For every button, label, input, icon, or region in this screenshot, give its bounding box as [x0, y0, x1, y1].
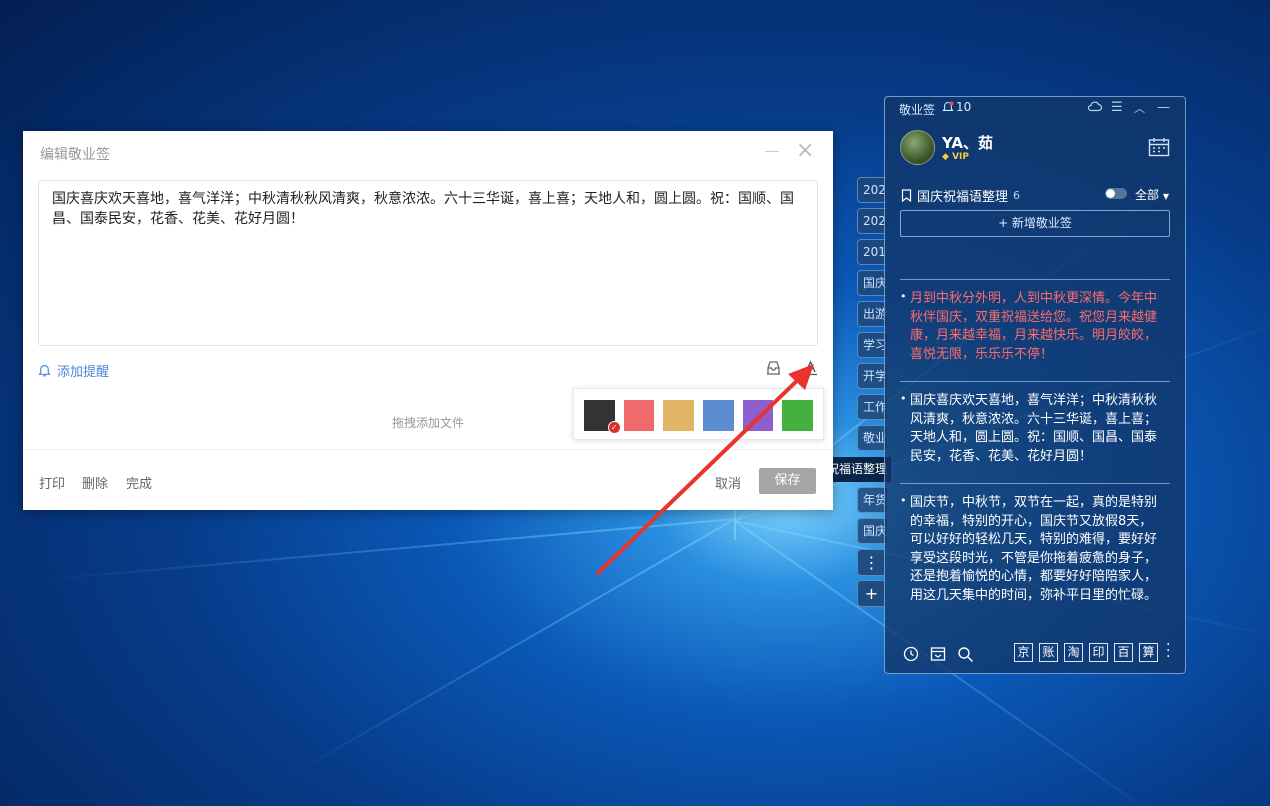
- color-swatch-blue[interactable]: [703, 400, 734, 431]
- category-tab-4[interactable]: 国庆: [857, 270, 887, 296]
- add-reminder-label: 添加提醒: [57, 365, 110, 380]
- menu-icon[interactable]: ☰: [1111, 100, 1123, 115]
- calendar-icon[interactable]: [1148, 137, 1170, 161]
- footer-divider: [23, 449, 833, 450]
- color-swatch-red[interactable]: [623, 400, 655, 431]
- note-item-1[interactable]: 月到中秋分外明，人到中秋更深情。今年中秋伴国庆，双重祝福送给您。祝您月来越健康，…: [900, 279, 1170, 375]
- minimize-button[interactable]: [765, 151, 779, 152]
- category-tab-6[interactable]: 学习: [857, 332, 887, 358]
- color-palette: ✓: [573, 388, 824, 440]
- shortcut-print[interactable]: 印: [1089, 643, 1108, 662]
- notification-count: 10: [956, 100, 972, 114]
- category-tab-7[interactable]: 开学: [857, 363, 887, 389]
- drag-file-hint: 拖拽添加文件: [392, 416, 465, 430]
- notebook-count: 6: [1013, 189, 1021, 202]
- vip-badge: ◆ VIP: [942, 152, 969, 162]
- category-tab-11[interactable]: 国庆: [857, 518, 887, 544]
- text-color-icon[interactable]: [801, 359, 819, 377]
- done-button[interactable]: 完成: [126, 473, 152, 492]
- cancel-button[interactable]: 取消: [715, 473, 741, 492]
- print-button[interactable]: 打印: [39, 473, 65, 492]
- avatar[interactable]: [900, 130, 935, 165]
- color-swatch-yellow[interactable]: [663, 400, 695, 431]
- search-icon[interactable]: [957, 646, 974, 667]
- caret-down-icon: ▼: [1162, 192, 1169, 201]
- bookmark-icon: [901, 189, 912, 202]
- delete-button[interactable]: 删除: [82, 473, 108, 492]
- clock-icon[interactable]: [903, 646, 919, 666]
- new-note-button[interactable]: + 新增敬业签: [900, 210, 1170, 237]
- color-swatch-green[interactable]: [782, 400, 814, 431]
- cloud-sync-icon[interactable]: [1087, 100, 1103, 116]
- category-tab-2[interactable]: 202: [857, 208, 887, 234]
- category-tab-8[interactable]: 工作: [857, 394, 887, 420]
- save-button[interactable]: 保存: [759, 468, 816, 494]
- bell-icon: [942, 101, 954, 111]
- category-tab-active[interactable]: 国庆祝福语整理: [833, 457, 891, 482]
- shortcut-account[interactable]: 账: [1039, 643, 1058, 662]
- attach-icon[interactable]: [764, 359, 782, 377]
- color-swatch-dark[interactable]: ✓: [584, 400, 621, 434]
- note-item-2[interactable]: 国庆喜庆欢天喜地，喜气洋洋；中秋清秋秋风清爽，秋意浓浓。六十三华诞，喜上喜；天地…: [900, 381, 1170, 474]
- shortcut-calc[interactable]: 算: [1139, 643, 1158, 662]
- check-icon: ✓: [607, 421, 621, 434]
- view-toggle[interactable]: [1105, 188, 1127, 199]
- widget-brand: 敬业签: [899, 103, 936, 117]
- shortcut-jd[interactable]: 京: [1014, 643, 1033, 662]
- category-tab-9[interactable]: 敬业: [857, 425, 887, 451]
- bell-icon: [38, 364, 51, 376]
- dialog-title: 编辑敬业签: [40, 147, 110, 163]
- shortcut-baidu[interactable]: 百: [1114, 643, 1133, 662]
- vip-label: VIP: [952, 152, 969, 162]
- notebook-selector[interactable]: 国庆祝福语整理 6: [901, 186, 1020, 205]
- category-tab-10[interactable]: 年货: [857, 487, 887, 513]
- more-tabs-button[interactable]: ⋮: [857, 549, 885, 576]
- color-swatch-purple[interactable]: [742, 400, 774, 431]
- category-tab-1[interactable]: 202: [857, 177, 887, 203]
- add-category-button[interactable]: +: [857, 580, 885, 607]
- username: YA、茹: [942, 134, 994, 152]
- notebook-name: 国庆祝福语整理: [917, 190, 1009, 205]
- note-item-3[interactable]: 国庆节，中秋节，双节在一起，真的是特别的幸福，特别的开心，国庆节又放假8天，可以…: [900, 483, 1170, 631]
- add-reminder-button[interactable]: 添加提醒: [38, 361, 109, 380]
- notification-button[interactable]: 10: [942, 100, 971, 114]
- filter-dropdown[interactable]: 全部 ▼: [1135, 186, 1169, 203]
- widget-titlebar: 敬业签 10 ☰ ︿ —: [885, 97, 1185, 121]
- collapse-icon[interactable]: ︿: [1134, 100, 1145, 116]
- active-tab-label: 国庆祝福语整理: [833, 462, 888, 476]
- shortcut-taobao[interactable]: 淘: [1064, 643, 1083, 662]
- filter-label: 全部: [1135, 188, 1160, 202]
- category-tab-5[interactable]: 出游: [857, 301, 887, 327]
- archive-icon[interactable]: [930, 646, 946, 666]
- category-tab-3[interactable]: 201: [857, 239, 887, 265]
- more-icon[interactable]: · · ·: [1166, 638, 1170, 664]
- close-icon[interactable]: ×: [796, 140, 814, 162]
- minimize-icon[interactable]: —: [1157, 100, 1170, 115]
- widget-bottom-bar: 京 账 淘 印 百 算 · · ·: [885, 638, 1185, 670]
- note-content-input[interactable]: 国庆喜庆欢天喜地，喜气洋洋；中秋清秋秋风清爽，秋意浓浓。六十三华诞，喜上喜；天地…: [38, 180, 818, 346]
- edit-note-dialog: 编辑敬业签 × 国庆喜庆欢天喜地，喜气洋洋；中秋清秋秋风清爽，秋意浓浓。六十三华…: [23, 131, 833, 510]
- note-widget-panel: 敬业签 10 ☰ ︿ — YA、茹 ◆ VIP 国庆祝福语整理 6 全部 ▼ +…: [884, 96, 1186, 674]
